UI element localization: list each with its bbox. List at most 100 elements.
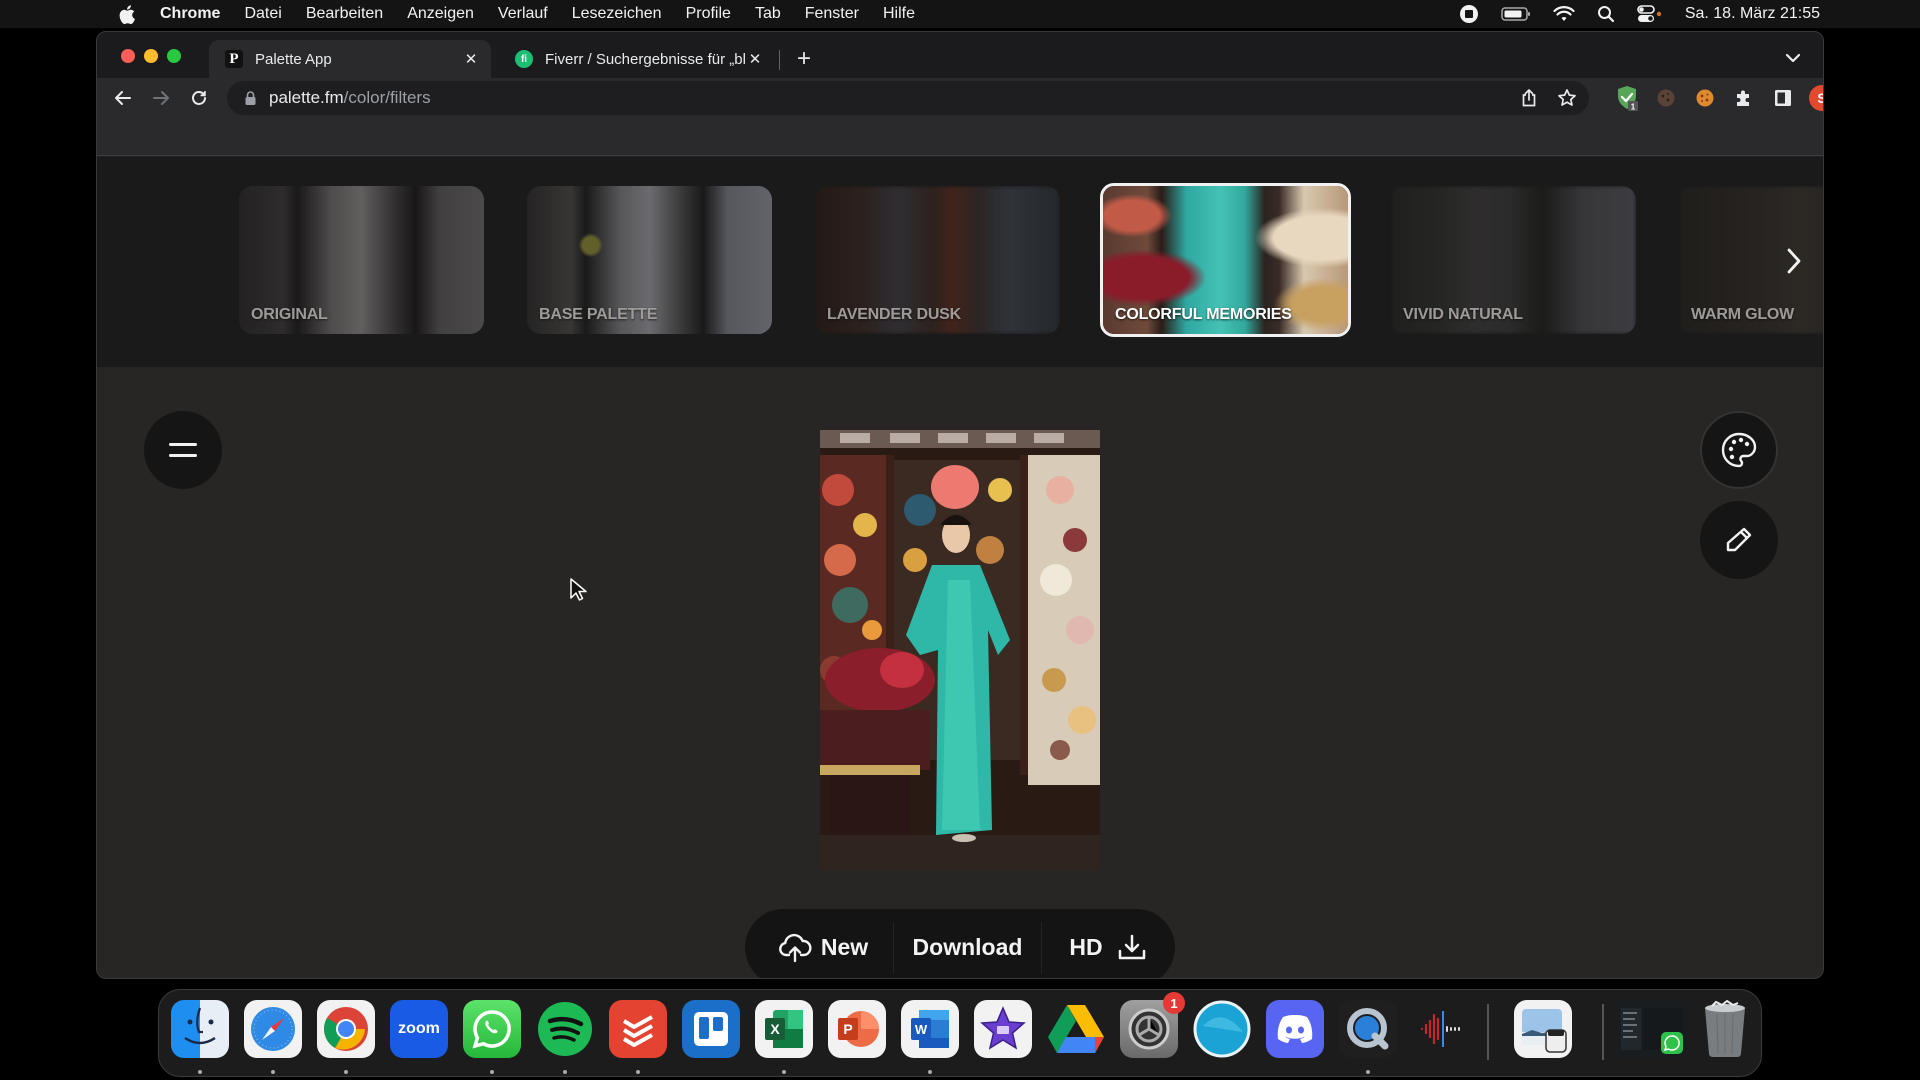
edit-button[interactable] <box>1700 501 1778 579</box>
apple-menu-icon[interactable] <box>118 4 136 24</box>
download-button[interactable]: Download <box>894 909 1041 978</box>
forward-button[interactable] <box>147 84 175 112</box>
menu-tab[interactable]: Tab <box>755 5 781 23</box>
cookie-icon[interactable] <box>1652 84 1680 112</box>
menu-datei[interactable]: Datei <box>244 5 281 23</box>
running-indicator <box>928 1070 932 1074</box>
dock-preview-icon[interactable] <box>1514 1000 1572 1058</box>
dock-minimized-whatsapp-window[interactable] <box>1617 1000 1687 1058</box>
new-label: New <box>820 934 869 960</box>
dock-google-drive-icon[interactable] <box>1047 1000 1105 1058</box>
menu-hilfe[interactable]: Hilfe <box>883 5 915 23</box>
filter-thumbnail <box>1391 186 1636 334</box>
menubar-clock[interactable]: Sa. 18. März 21:55 <box>1685 5 1820 23</box>
download-label: Download <box>912 934 1023 960</box>
filters-next-button[interactable] <box>1779 243 1809 279</box>
svg-text:W: W <box>915 1022 928 1037</box>
tab-search-chevron-icon[interactable] <box>1781 46 1805 70</box>
dock-spotify-icon[interactable] <box>536 1000 594 1058</box>
adguard-icon[interactable]: 1 <box>1613 84 1641 112</box>
profile-button[interactable]: S <box>1808 84 1823 112</box>
battery-icon[interactable] <box>1501 6 1531 22</box>
tab-palette-app[interactable]: P Palette App ✕ <box>209 40 491 78</box>
dock-excel-icon[interactable]: X <box>755 1000 813 1058</box>
palette-icon <box>1721 432 1757 468</box>
filter-card-base-palette[interactable]: BASE PALETTE <box>527 186 772 334</box>
side-panel-icon[interactable] <box>1769 84 1797 112</box>
filter-label: COLORFUL MEMORIES <box>1115 306 1292 323</box>
menu-verlauf[interactable]: Verlauf <box>498 5 548 23</box>
bookmark-star-icon[interactable] <box>1555 86 1579 110</box>
running-indicator <box>563 1070 567 1074</box>
dock-powerpoint-icon[interactable]: P <box>828 1000 886 1058</box>
dock-chrome-icon[interactable] <box>317 1000 375 1058</box>
dock-quicktime-icon[interactable] <box>1339 1000 1397 1058</box>
macos-menu-bar: Chrome Datei Bearbeiten Anzeigen Verlauf… <box>0 0 1920 28</box>
close-tab-icon[interactable]: ✕ <box>461 49 481 69</box>
filter-card-lavender-dusk[interactable]: LAVENDER DUSK <box>815 186 1060 334</box>
close-tab-icon[interactable]: ✕ <box>745 49 765 69</box>
dock-safari-icon[interactable] <box>244 1000 302 1058</box>
menu-lesezeichen[interactable]: Lesezeichen <box>572 5 662 23</box>
extensions-puzzle-icon[interactable] <box>1730 84 1758 112</box>
url-text[interactable]: palette.fm/color/filters <box>269 88 431 108</box>
pencil-icon <box>1726 527 1752 552</box>
new-tab-button[interactable]: + <box>791 45 817 72</box>
dock-trash-icon[interactable] <box>1696 1000 1754 1058</box>
control-center-icon[interactable] <box>1637 5 1663 23</box>
action-bar: New Download HD <box>745 909 1175 978</box>
tab-fiverr[interactable]: fi Fiverr / Suchergebnisse für „bl ✕ <box>503 40 775 78</box>
chrome-window: P Palette App ✕ fi Fiverr / Suchergebnis… <box>96 31 1824 979</box>
settings-notification-badge: 1 <box>1163 992 1185 1014</box>
filter-card-original[interactable]: ORIGINAL <box>239 186 484 334</box>
close-window-button[interactable] <box>121 49 135 63</box>
dock-word-icon[interactable]: W <box>901 1000 959 1058</box>
back-button[interactable] <box>109 84 137 112</box>
dock-discord-icon[interactable] <box>1266 1000 1324 1058</box>
screen-record-icon[interactable] <box>1459 4 1479 24</box>
running-indicator <box>344 1070 348 1074</box>
menu-icon <box>169 443 197 457</box>
menu-profile[interactable]: Profile <box>686 5 731 23</box>
cookie-editor-icon[interactable] <box>1691 84 1719 112</box>
zoom-app-label: zoom <box>398 1020 440 1037</box>
dock-trello-icon[interactable] <box>682 1000 740 1058</box>
dock-finder-icon[interactable] <box>171 1000 229 1058</box>
tab-strip: P Palette App ✕ fi Fiverr / Suchergebnis… <box>97 32 1823 78</box>
reload-button[interactable] <box>185 84 213 112</box>
bookmarks-bar <box>97 118 1823 156</box>
menu-anzeigen[interactable]: Anzeigen <box>407 5 474 23</box>
dock-separator <box>1487 1004 1489 1060</box>
dock-whatsapp-icon[interactable] <box>463 1000 521 1058</box>
dock-todoist-icon[interactable] <box>609 1000 667 1058</box>
palette-button[interactable] <box>1700 411 1778 489</box>
share-icon[interactable] <box>1517 86 1541 110</box>
wifi-icon[interactable] <box>1553 6 1575 22</box>
menu-bearbeiten[interactable]: Bearbeiten <box>306 5 383 23</box>
dock-zoom-icon[interactable]: zoom <box>390 1000 448 1058</box>
hd-download-button[interactable]: HD <box>1042 909 1174 978</box>
minimize-window-button[interactable] <box>144 49 158 63</box>
dock-siri-icon[interactable] <box>1193 1000 1251 1058</box>
profile-avatar: S <box>1809 85 1823 111</box>
filter-label: LAVENDER DUSK <box>827 306 962 323</box>
filter-label: WARM GLOW <box>1691 306 1795 323</box>
new-upload-button[interactable]: New <box>745 909 893 978</box>
filter-card-vivid-natural[interactable]: VIVID NATURAL <box>1391 186 1636 334</box>
menu-chrome[interactable]: Chrome <box>160 5 220 23</box>
lock-icon[interactable] <box>243 90 257 106</box>
chevron-right-icon <box>1787 248 1801 274</box>
extension-badge-count: 1 <box>1631 103 1636 112</box>
dock-imovie-icon[interactable] <box>974 1000 1032 1058</box>
download-icon <box>1118 934 1145 959</box>
spotlight-search-icon[interactable] <box>1597 5 1615 23</box>
maximize-window-button[interactable] <box>167 49 181 63</box>
tab-title: Palette App <box>255 50 332 68</box>
menu-button[interactable] <box>144 411 222 489</box>
address-bar[interactable]: palette.fm/color/filters <box>227 81 1589 115</box>
menu-fenster[interactable]: Fenster <box>805 5 859 23</box>
dock-separator <box>1602 1004 1604 1060</box>
filter-card-colorful-memories[interactable]: COLORFUL MEMORIES <box>1100 183 1351 337</box>
dock-voice-memos-icon[interactable] <box>1412 1000 1470 1058</box>
browser-toolbar: palette.fm/color/filters 1 S <box>97 78 1823 118</box>
